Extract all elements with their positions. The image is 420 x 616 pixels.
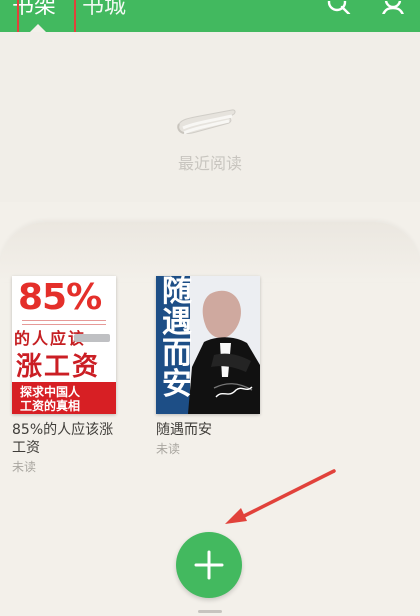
user-icon[interactable] — [380, 0, 406, 14]
plus-icon — [194, 550, 224, 580]
book-item-salary[interactable]: 85% 的人应该 涨工资 探求中国人 工资的真相 85%的人应该涨 工资 未读 — [12, 276, 122, 475]
bookshelf-screen: 书架 书城 最近阅读 85% 的人应该 涨工资 探求中国人 工资的真相 85%的… — [0, 0, 420, 616]
add-book-button[interactable] — [176, 532, 242, 598]
book-title[interactable]: 85%的人应该涨 工资 — [12, 421, 120, 457]
book-cover-salary[interactable]: 85% 的人应该 涨工资 探求中国人 工资的真相 — [12, 276, 116, 414]
cover-band-line-1: 探求中国人 — [20, 385, 81, 399]
book-status: 未读 — [12, 460, 37, 474]
cover-headline: 85% — [18, 277, 102, 318]
book-title-line: 85%的人应该涨 — [12, 422, 114, 438]
recent-reading-label: 最近阅读 — [177, 154, 242, 173]
search-icon[interactable] — [326, 0, 352, 14]
annotation-arrow — [225, 469, 336, 524]
bottom-page-indicator — [198, 610, 222, 613]
cover-decoration-lines — [22, 320, 106, 325]
recent-reading-section[interactable]: 最近阅读 — [0, 32, 420, 282]
shelf-divider — [0, 222, 420, 282]
cover-author-badge — [74, 334, 110, 342]
tab-book-store[interactable]: 书城 — [82, 0, 126, 22]
book-cover-sui-yu-er-an[interactable]: 随遇而安 — [156, 276, 260, 414]
cover-band-line-2: 工资的真相 — [20, 399, 81, 413]
book-title[interactable]: 随遇而安 — [156, 421, 264, 439]
book-status: 未读 — [156, 442, 181, 456]
cover-main-title: 涨工资 — [16, 352, 101, 382]
book-title-line: 随遇而安 — [156, 422, 212, 438]
book-title-line: 工资 — [12, 440, 40, 456]
cover-title: 随遇而安 — [162, 276, 192, 402]
book-item-sui-yu-er-an[interactable]: 随遇而安 随遇而安 未读 — [156, 276, 266, 457]
bookmark-icon — [177, 109, 236, 135]
top-navigation-bar: 书架 书城 — [0, 0, 420, 38]
